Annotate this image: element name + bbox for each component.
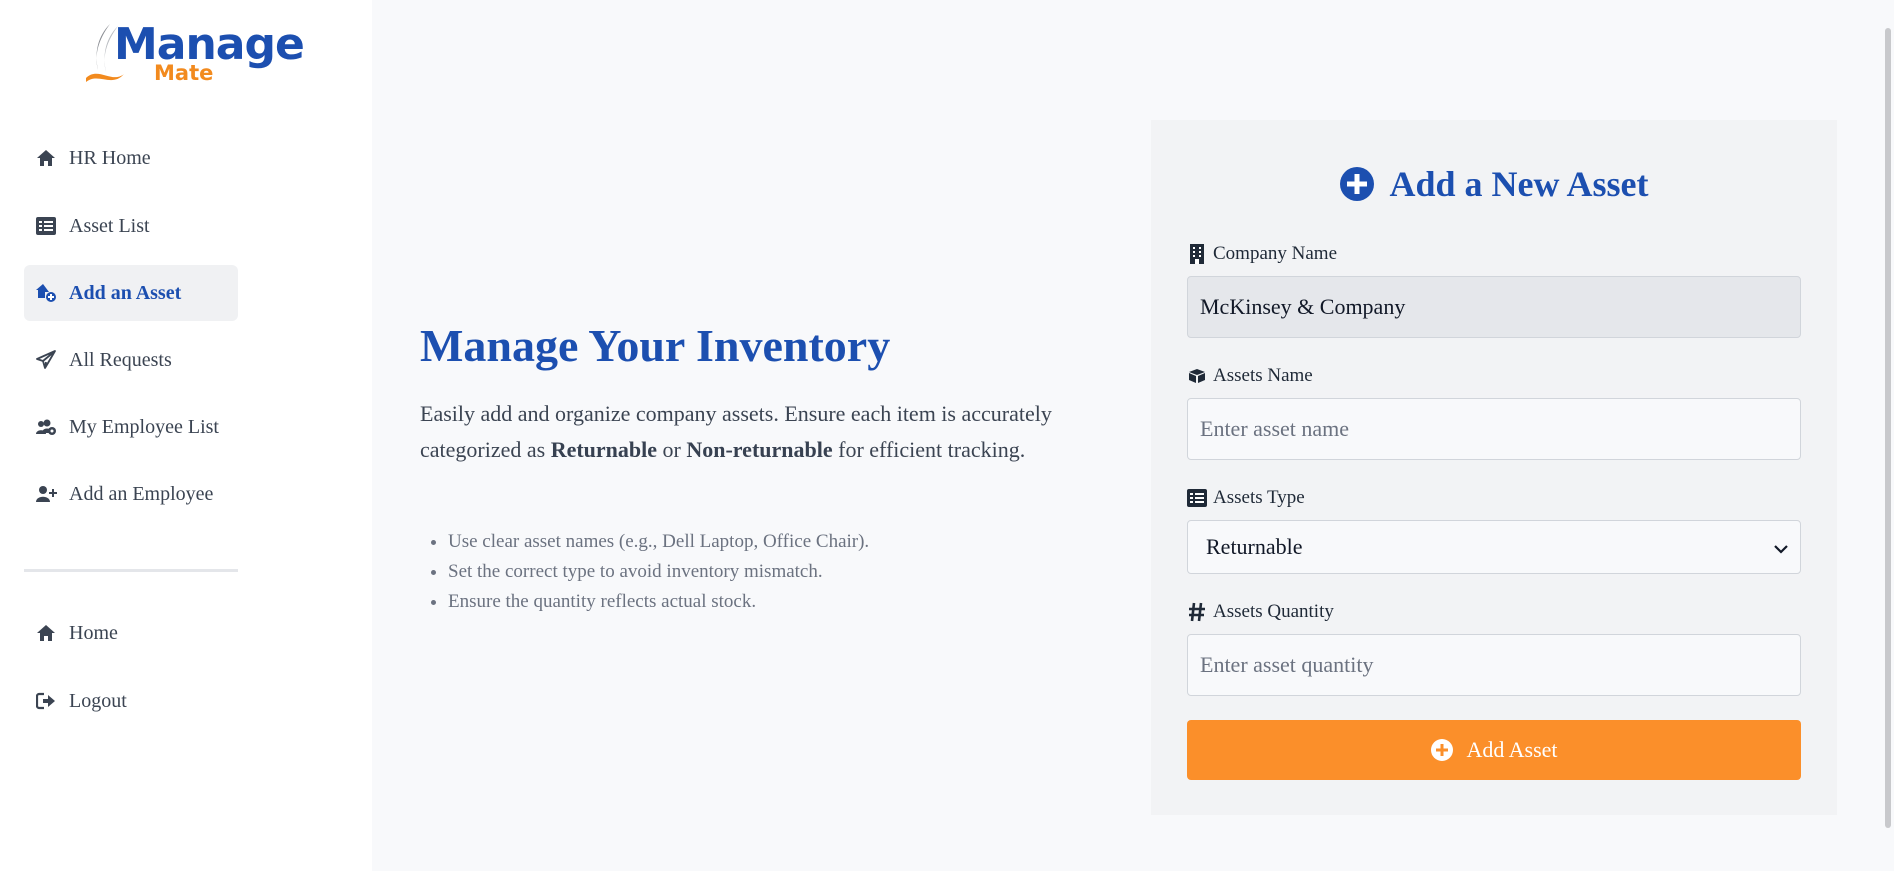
sidebar-item-add-employee[interactable]: Add an Employee <box>24 466 238 522</box>
sidebar-item-label: Add an Employee <box>69 482 214 505</box>
sidebar: Manage Mate HR Home Asset List Add an As… <box>0 0 372 871</box>
sidebar-item-all-requests[interactable]: All Requests <box>24 332 238 388</box>
company-name-field[interactable] <box>1187 276 1801 338</box>
sidebar-item-home[interactable]: Home <box>24 605 238 661</box>
asset-type-selected-value: Returnable <box>1206 534 1303 559</box>
add-asset-button-label: Add Asset <box>1466 737 1558 762</box>
add-asset-button[interactable]: Add Asset <box>1187 720 1801 780</box>
add-asset-form: Add a New Asset Company Name Assets Name… <box>1151 120 1837 815</box>
sidebar-item-label: Add an Asset <box>69 281 182 304</box>
form-title: Add a New Asset <box>1151 160 1837 208</box>
list-icon <box>35 215 57 237</box>
list-item: Set the correct type to avoid inventory … <box>448 557 1148 587</box>
list-icon <box>1187 488 1207 508</box>
list-item: Use clear asset names (e.g., Dell Laptop… <box>448 527 1148 557</box>
asset-name-label-text: Assets Name <box>1213 365 1313 386</box>
hero-text-part: for efficient tracking. <box>832 437 1026 462</box>
hero-bold-returnable: Returnable <box>550 437 658 462</box>
home-icon <box>35 147 57 169</box>
plus-circle-icon <box>1339 166 1375 202</box>
chevron-down-icon <box>1774 534 1788 560</box>
sidebar-item-label: Asset List <box>69 214 150 237</box>
asset-name-label: Assets Name <box>1187 364 1313 388</box>
add-asset-icon <box>35 282 57 304</box>
sidebar-item-add-asset[interactable]: Add an Asset <box>24 265 238 321</box>
logo[interactable]: Manage Mate <box>84 20 305 90</box>
sidebar-item-label: My Employee List <box>69 415 219 438</box>
form-title-text: Add a New Asset <box>1389 164 1649 204</box>
asset-name-input[interactable] <box>1187 398 1801 460</box>
sidebar-item-label: Home <box>69 621 118 644</box>
logout-icon <box>35 690 57 712</box>
plus-circle-icon <box>1430 738 1454 762</box>
hero-description: Easily add and organize company assets. … <box>420 396 1120 468</box>
user-plus-icon <box>35 483 57 505</box>
logo-subtext: Mate <box>154 61 214 85</box>
page-title: Manage Your Inventory <box>420 320 891 371</box>
sidebar-item-logout[interactable]: Logout <box>24 673 238 729</box>
sidebar-item-label: HR Home <box>69 146 151 169</box>
sidebar-item-label: All Requests <box>69 348 172 371</box>
sidebar-item-label: Logout <box>69 689 127 712</box>
users-gear-icon <box>35 416 57 438</box>
asset-quantity-label: Assets Quantity <box>1187 600 1334 624</box>
tips-list: Use clear asset names (e.g., Dell Laptop… <box>420 527 1148 617</box>
asset-type-select[interactable]: Returnable <box>1187 520 1801 574</box>
company-name-label: Company Name <box>1187 242 1337 266</box>
list-item: Ensure the quantity reflects actual stoc… <box>448 587 1148 617</box>
sidebar-item-asset-list[interactable]: Asset List <box>24 198 238 254</box>
asset-type-label: Assets Type <box>1187 486 1305 510</box>
paper-plane-icon <box>35 349 57 371</box>
hashtag-icon <box>1187 602 1207 622</box>
sidebar-divider <box>24 569 238 572</box>
sidebar-item-hr-home[interactable]: HR Home <box>24 130 238 186</box>
scrollbar-thumb[interactable] <box>1885 28 1891 828</box>
building-icon <box>1187 244 1207 264</box>
asset-type-label-text: Assets Type <box>1213 487 1305 508</box>
hero-text-part: or <box>657 437 687 462</box>
home-icon <box>35 622 57 644</box>
boxes-icon <box>1187 366 1207 386</box>
sidebar-item-employee-list[interactable]: My Employee List <box>24 399 238 455</box>
hero-bold-non-returnable: Non-returnable <box>686 437 833 462</box>
page-scrollbar[interactable] <box>1880 0 1894 871</box>
asset-quantity-label-text: Assets Quantity <box>1213 601 1334 622</box>
company-name-label-text: Company Name <box>1213 243 1338 264</box>
asset-quantity-input[interactable] <box>1187 634 1801 696</box>
